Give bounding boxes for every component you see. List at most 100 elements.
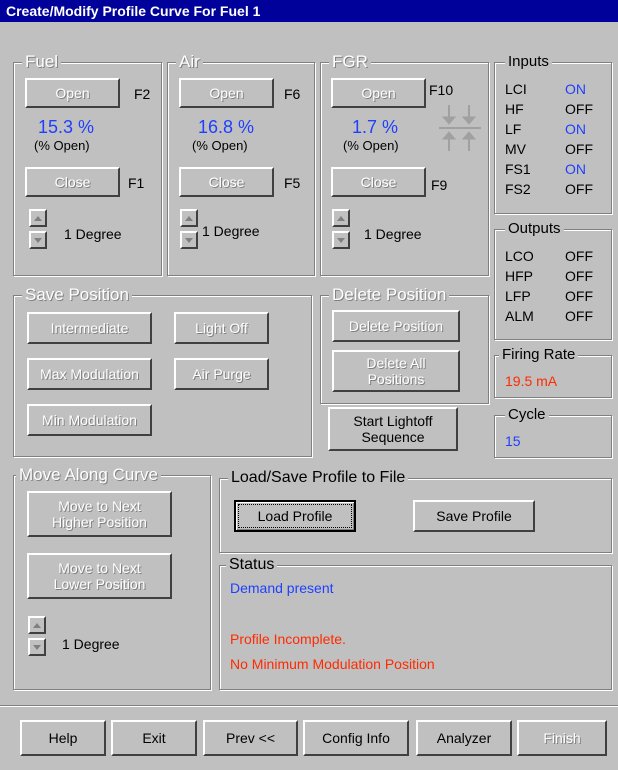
save-profile-button[interactable]: Save Profile: [413, 500, 535, 532]
load-profile-button[interactable]: Load Profile: [234, 500, 356, 532]
air-purge-button[interactable]: Air Purge: [174, 358, 269, 390]
arrow-down-icon: [185, 237, 193, 243]
status-group: Status Demand present Profile Incomplete…: [219, 556, 612, 690]
inputs-state-hf: OFF: [565, 101, 593, 117]
firing-rate-legend: Firing Rate: [499, 346, 579, 364]
fuel-close-button[interactable]: Close: [25, 167, 120, 197]
inputs-legend: Inputs: [505, 53, 552, 71]
fuel-step-down-button[interactable]: [29, 231, 47, 249]
outputs-state-lco: OFF: [565, 248, 593, 264]
move-step-up-button[interactable]: [28, 616, 46, 634]
inputs-name-mv: MV: [505, 141, 526, 157]
arrow-down-icon: [34, 237, 42, 243]
air-step-up-button[interactable]: [180, 209, 198, 227]
fuel-open-key: F2: [134, 86, 151, 102]
status-line-2: Profile Incomplete.: [230, 631, 346, 647]
fgr-step-down-button[interactable]: [332, 231, 350, 249]
move-next-lower-button[interactable]: Move to Next Lower Position: [27, 553, 172, 599]
cycle-value: 15: [505, 433, 521, 449]
delete-position-legend: Delete Position: [329, 286, 450, 304]
outputs-state-hfp: OFF: [565, 268, 593, 284]
min-modulation-button[interactable]: Min Modulation: [27, 404, 152, 436]
inputs-state-fs2: OFF: [565, 181, 593, 197]
prev-button[interactable]: Prev <<: [203, 720, 298, 756]
arrow-up-icon: [33, 622, 41, 628]
air-close-button[interactable]: Close: [179, 167, 274, 197]
move-next-higher-button[interactable]: Move to Next Higher Position: [27, 491, 172, 537]
firing-rate-group: Firing Rate 19.5 mA: [494, 346, 612, 398]
exit-button[interactable]: Exit: [111, 720, 197, 756]
intermediate-button[interactable]: Intermediate: [27, 312, 152, 344]
fuel-legend: Fuel: [22, 53, 62, 71]
fgr-open-button[interactable]: Open: [331, 78, 426, 108]
fuel-percent: 15.3 %: [38, 117, 95, 137]
air-open-button[interactable]: Open: [179, 78, 274, 108]
arrow-up-icon: [337, 215, 345, 221]
start-lightoff-button[interactable]: Start Lightoff Sequence: [328, 407, 458, 451]
arrow-down-icon: [33, 644, 41, 650]
inputs-name-fs2: FS2: [505, 181, 531, 197]
fgr-legend: FGR: [329, 53, 371, 71]
air-group: Air Open F6 16.8 % (% Open) Close F5 1 D…: [167, 53, 315, 276]
outputs-state-alm: OFF: [565, 308, 593, 324]
cycle-group: Cycle 15: [494, 406, 612, 458]
delete-all-line2: Positions: [367, 371, 425, 387]
outputs-group: Outputs LCO OFF HFP OFF LFP OFF ALM OFF: [494, 220, 612, 340]
fgr-percent-caption: (% Open): [343, 138, 399, 153]
fgr-close-button[interactable]: Close: [331, 167, 426, 197]
fuel-step-label: 1 Degree: [64, 226, 122, 242]
move-next-higher-line1: Move to Next: [58, 498, 141, 514]
outputs-name-hfp: HFP: [505, 268, 533, 284]
outputs-name-lfp: LFP: [505, 288, 531, 304]
finish-button[interactable]: Finish: [517, 720, 607, 756]
start-lightoff-line2: Sequence: [361, 429, 425, 445]
delete-position-button[interactable]: Delete Position: [332, 310, 460, 342]
inputs-state-lf: ON: [565, 121, 586, 137]
delete-all-line1: Delete All: [366, 355, 426, 371]
max-modulation-button[interactable]: Max Modulation: [27, 358, 152, 390]
save-position-group: Save Position Intermediate Light Off Max…: [13, 286, 312, 457]
status-line-3: No Minimum Modulation Position: [230, 656, 435, 672]
light-off-button[interactable]: Light Off: [174, 312, 269, 344]
air-step-label: 1 Degree: [202, 223, 260, 239]
fgr-step-up-button[interactable]: [332, 209, 350, 227]
status-legend: Status: [226, 556, 278, 574]
inputs-name-hf: HF: [505, 101, 524, 117]
move-next-lower-line2: Lower Position: [53, 576, 146, 592]
config-info-button[interactable]: Config Info: [303, 720, 409, 756]
damper-arrows-icon: [439, 105, 481, 151]
air-percent: 16.8 %: [198, 117, 255, 137]
status-line-1: Demand present: [230, 580, 334, 596]
start-lightoff-line1: Start Lightoff: [353, 413, 433, 429]
fuel-step-up-button[interactable]: [29, 209, 47, 227]
inputs-group: Inputs LCI ON HF OFF LF ON MV OFF FS1 ON FS2 OFF: [494, 53, 612, 214]
air-percent-caption: (% Open): [192, 138, 248, 153]
inputs-state-mv: OFF: [565, 141, 593, 157]
air-close-key: F5: [284, 175, 301, 191]
delete-all-positions-button[interactable]: Delete All Positions: [332, 350, 460, 392]
fuel-open-button[interactable]: Open: [25, 78, 120, 108]
help-button[interactable]: Help: [20, 720, 106, 756]
fgr-step-label: 1 Degree: [364, 226, 422, 242]
air-step-down-button[interactable]: [180, 231, 198, 249]
delete-position-group: Delete Position Delete Position Delete A…: [320, 286, 489, 404]
fgr-close-key: F9: [431, 177, 448, 193]
arrow-down-icon: [337, 237, 345, 243]
move-step-down-button[interactable]: [28, 638, 46, 656]
load-save-group: Load/Save Profile to File Load Profile S…: [219, 469, 612, 553]
load-save-legend: Load/Save Profile to File: [228, 469, 409, 487]
inputs-name-lci: LCI: [505, 81, 527, 97]
move-next-lower-line1: Move to Next: [58, 560, 141, 576]
save-position-legend: Save Position: [22, 286, 132, 304]
air-legend: Air: [176, 53, 203, 71]
footer-separator: [0, 705, 618, 707]
inputs-name-lf: LF: [505, 121, 522, 137]
firing-rate-value: 19.5 mA: [505, 373, 558, 389]
move-next-higher-line2: Higher Position: [52, 514, 147, 530]
fuel-group: Fuel Open F2 15.3 % (% Open) Close F1 1 …: [13, 53, 162, 276]
fgr-percent: 1.7 %: [352, 117, 399, 137]
outputs-state-lfp: OFF: [565, 288, 593, 304]
fgr-group: FGR Open F10 1.7 % (% Open) Close F9 1 D…: [320, 53, 489, 276]
analyzer-button[interactable]: Analyzer: [416, 720, 512, 756]
fuel-close-key: F1: [128, 175, 145, 191]
